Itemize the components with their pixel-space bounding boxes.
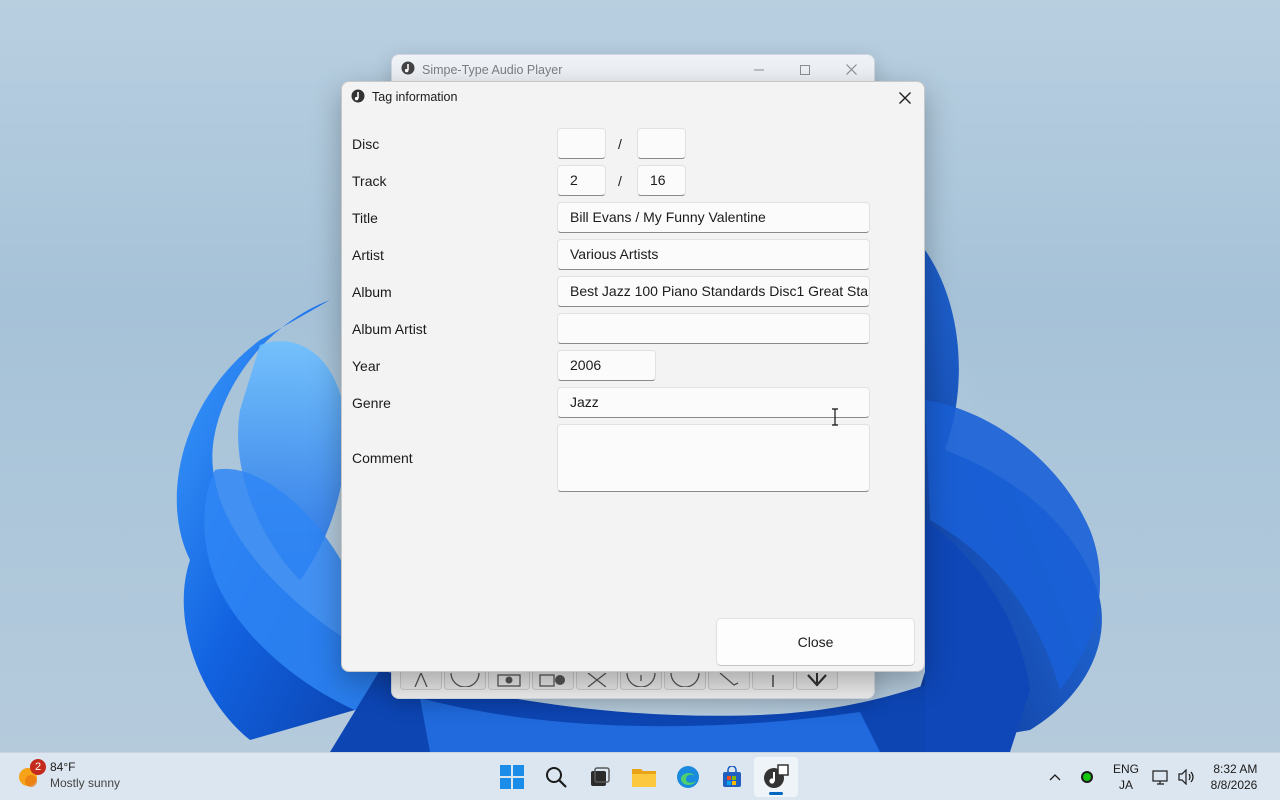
arrow-up-icon [772,675,774,687]
genre-field[interactable]: Jazz [557,387,870,418]
audio-player-app-icon [401,61,415,78]
comment-field[interactable] [557,424,870,492]
close-button[interactable]: Close [716,618,915,666]
year-label: Year [352,358,381,374]
system-tray: ENG JA 8:32 AM 8/8/2026 [1040,753,1280,800]
arrow-down-icon [807,673,827,687]
artist-field[interactable]: Various Artists [557,239,870,270]
input-language-button[interactable]: ENG JA [1104,761,1148,793]
weather-sun-icon: 2 [16,759,46,789]
search-button[interactable] [534,757,578,797]
disc-number-field[interactable] [557,128,606,159]
ibeam-cursor-icon [832,408,838,426]
minimize-icon [754,69,764,70]
repeat-icon [670,673,700,687]
track-label: Track [352,173,387,189]
task-view-button[interactable] [578,757,622,797]
album-label: Album [352,284,392,300]
dialog-title: Tag information [372,90,458,104]
artist-label: Artist [352,247,384,263]
track-separator: / [618,173,622,189]
language-line2: JA [1118,778,1133,792]
year-field[interactable]: 2006 [557,350,656,381]
album-artist-label: Album Artist [352,321,427,337]
start-icon [500,765,524,789]
folder-music-icon [497,674,521,687]
status-dot-icon [1081,771,1093,783]
font-icon [414,673,428,687]
task-view-icon [591,767,610,786]
title-field[interactable]: Bill Evans / My Funny Valentine [557,202,870,233]
disc-label: Disc [352,136,380,152]
track-total-field[interactable]: 16 [637,165,686,196]
store-button[interactable] [710,757,754,797]
circle-icon [450,673,480,687]
file-explorer-button[interactable] [622,757,666,797]
clock-date: 8/8/2026 [1210,778,1258,792]
track-number-field[interactable]: 2 [557,165,606,196]
close-icon [845,64,857,75]
album-field[interactable]: Best Jazz 100 Piano Standards Disc1 Grea… [557,276,870,307]
disc-total-field[interactable] [637,128,686,159]
speaker-icon [1178,769,1194,785]
disc-separator: / [618,136,622,152]
tag-information-dialog: Tag information Disc / Track 2 / 16 Titl… [341,81,925,672]
store-icon [723,766,741,787]
weather-temperature: 84°F [50,760,76,774]
weather-condition: Mostly sunny [50,776,121,790]
dialog-close-x-button[interactable] [892,85,918,111]
info-icon [626,673,656,687]
pencil-icon [719,673,739,686]
audio-player-taskbar-button[interactable] [754,757,798,797]
shuffle-icon [587,673,607,687]
edge-icon [677,766,699,788]
edge-button[interactable] [666,757,710,797]
network-button[interactable] [1148,769,1174,785]
search-icon [546,767,567,788]
maximize-icon [800,64,810,75]
genre-label: Genre [352,395,391,411]
add-files-icon [539,674,565,687]
comment-label: Comment [352,450,413,466]
weather-notification-badge: 2 [30,759,46,775]
audio-player-title: Simpe-Type Audio Player [422,62,563,77]
start-button[interactable] [490,757,534,797]
network-icon [1152,770,1168,785]
show-hidden-icons-button[interactable] [1040,773,1070,781]
volume-button[interactable] [1174,769,1200,785]
taskbar-pinned-apps [490,757,798,797]
weather-widget[interactable]: 2 84°F Mostly sunny [16,759,120,791]
clock-time: 8:32 AM [1213,762,1258,776]
close-icon [899,92,911,104]
maximize-button[interactable] [782,55,828,84]
dialog-titlebar: Tag information [342,82,924,112]
audio-player-icon [764,764,789,788]
title-label: Title [352,210,378,226]
album-artist-field[interactable] [557,313,870,344]
audio-player-window-controls [736,55,874,84]
tray-app-status-button[interactable] [1070,770,1104,784]
file-explorer-icon [632,769,656,787]
audio-player-app-icon [351,89,365,106]
taskbar: 2 84°F Mostly sunny ENG JA 8:32 AM 8/8/2… [0,752,1280,800]
chevron-up-icon [1049,774,1061,781]
language-line1: ENG [1112,762,1139,776]
minimize-button[interactable] [736,55,782,84]
clock-button[interactable]: 8:32 AM 8/8/2026 [1200,761,1280,793]
window-close-button[interactable] [828,55,874,84]
